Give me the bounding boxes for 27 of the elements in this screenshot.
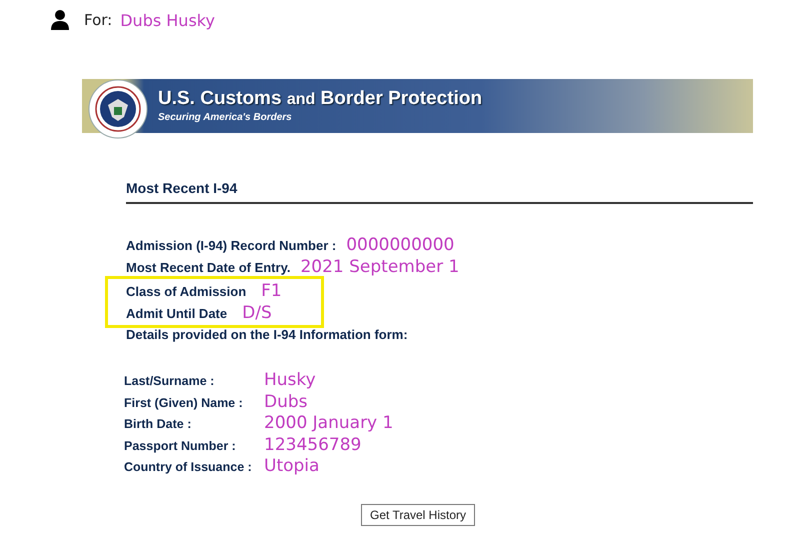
field-label: Admission (I-94) Record Number : xyxy=(126,238,336,253)
seal-icon xyxy=(88,79,148,139)
field-label: First (Given) Name : xyxy=(124,396,244,410)
details-intro: Details provided on the I-94 Information form: xyxy=(126,327,409,342)
section-title: Most Recent I-94 xyxy=(126,180,753,204)
field-value: 2021 September 1 xyxy=(300,257,460,277)
field-value: 0000000000 xyxy=(346,235,454,255)
account-name: Dubs Husky xyxy=(120,10,215,30)
field-value: 2000 January 1 xyxy=(264,415,394,432)
field-value: F1 xyxy=(261,281,282,301)
field-value: Dubs xyxy=(264,394,308,410)
field-label: Admit Until Date xyxy=(126,306,228,321)
field-label: Passport Number : xyxy=(124,438,237,452)
field-label: Country of Issuance : xyxy=(124,460,253,474)
field-value: Husky xyxy=(264,372,316,389)
field-value: D/S xyxy=(242,303,272,323)
field-value: 123456789 xyxy=(264,436,362,454)
field-label: Class of Admission xyxy=(126,284,246,299)
get-travel-history-button[interactable]: Get Travel History xyxy=(360,504,476,526)
field-label: Last/Surname : xyxy=(124,374,216,388)
field-label: Most Recent Date of Entry. xyxy=(126,260,290,275)
banner-tagline: Securing America's Borders xyxy=(158,111,293,124)
for-label: For: xyxy=(84,11,112,29)
person-icon xyxy=(51,10,69,30)
field-label: Birth Date : xyxy=(124,417,192,431)
banner-title: U.S. Customs and Border Protection xyxy=(158,88,482,111)
field-value: Utopia xyxy=(264,458,320,475)
